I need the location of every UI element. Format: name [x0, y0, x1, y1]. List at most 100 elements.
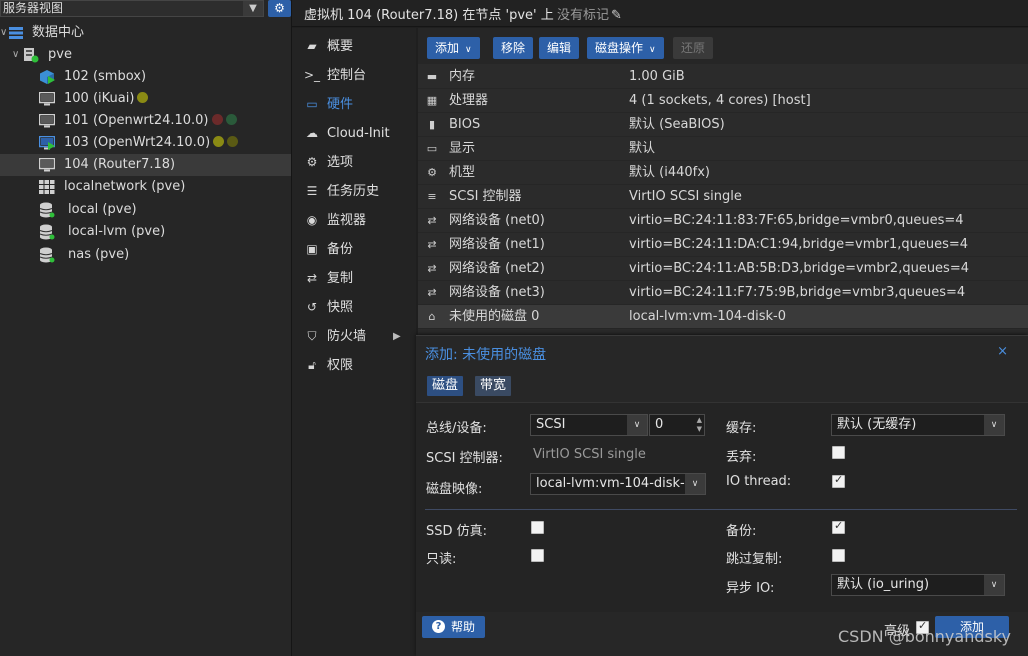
skip-replication-checkbox[interactable]: [832, 549, 845, 562]
dialog-title: 添加: 未使用的磁盘: [425, 347, 547, 363]
tab-disk[interactable]: 磁盘: [427, 376, 464, 396]
cache-select[interactable]: 默认 (无缓存) ∨: [831, 414, 1005, 436]
add-label: 添加: [435, 41, 460, 55]
ssd-emulation-checkbox[interactable]: [531, 521, 544, 534]
hardware-row-memory[interactable]: ▬ 内存 1.00 GiB: [418, 65, 1028, 89]
hardware-row-net2[interactable]: ⇄ 网络设备 (net2) virtio=BC:24:11:AB:5B:D3,bri…: [418, 257, 1028, 281]
disk-action-label: 磁盘操作: [595, 41, 644, 55]
readonly-checkbox[interactable]: [531, 549, 544, 562]
nav-label: 概要: [327, 39, 354, 54]
tree-item-storage-local[interactable]: local (pve): [0, 199, 291, 221]
hardware-value: virtio=BC:24:11:DA:C1:94,bridge=vmbr1,qu…: [629, 237, 969, 252]
nav-options[interactable]: ⚙ 选项: [292, 148, 416, 177]
vm-running-icon: [39, 136, 55, 150]
backup-checkbox[interactable]: [832, 519, 845, 534]
chevron-down-icon: ∨: [627, 415, 647, 435]
hardware-toolbar: 添加 ∨ 移除 编辑 磁盘操作 ∨ 还原: [418, 28, 1028, 64]
chevron-down-icon: ∨: [465, 45, 472, 55]
revert-button[interactable]: 还原: [673, 37, 714, 59]
readonly-label: 只读:: [426, 552, 457, 567]
nav-backup[interactable]: ▣ 备份: [292, 235, 416, 264]
nav-snapshot[interactable]: ↺ 快照: [292, 293, 416, 322]
tree-item-label: 100 (iKuai): [64, 91, 135, 106]
hardware-key: 未使用的磁盘 0: [449, 309, 540, 324]
vm-icon: [39, 114, 55, 128]
nav-cloud-init[interactable]: ☁ Cloud-Init: [292, 119, 416, 148]
hardware-row-scsi-controller[interactable]: ≡ SCSI 控制器 VirtIO SCSI single: [418, 185, 1028, 209]
remove-button[interactable]: 移除: [493, 37, 534, 59]
gear-icon: ⚙: [274, 1, 285, 15]
chevron-down-icon: ∨: [984, 575, 1004, 595]
disk-action-button[interactable]: 磁盘操作 ∨: [587, 37, 664, 59]
gear-button[interactable]: ⚙: [268, 0, 291, 17]
tree-item-storage-local-lvm[interactable]: local-lvm (pve): [0, 221, 291, 243]
status-dot: [211, 114, 223, 125]
device-index-stepper[interactable]: 0 ▲ ▼: [649, 414, 705, 436]
disk-image-value: local-lvm:vm-104-disk-0: [536, 476, 694, 491]
tab-bandwidth[interactable]: 带宽: [475, 376, 512, 396]
hardware-row-net3[interactable]: ⇄ 网络设备 (net3) virtio=BC:24:11:F7:75:9B,bri…: [418, 281, 1028, 305]
tree-item-vm-101[interactable]: 101 (Openwrt24.10.0): [0, 110, 291, 132]
edit-button[interactable]: 编辑: [539, 37, 580, 59]
hardware-row-bios[interactable]: ▮ BIOS 默认 (SeaBIOS): [418, 113, 1028, 137]
chevron-down-icon: ∨: [649, 45, 656, 55]
view-selector[interactable]: 服务器视图 ▼: [0, 0, 264, 17]
io-thread-checkbox[interactable]: [832, 473, 845, 488]
skip-replication-label: 跳过复制:: [726, 552, 783, 567]
monitor-icon: ▭: [426, 142, 438, 155]
tags-edit[interactable]: 没有标记 ✎: [557, 4, 622, 23]
nav-label: 备份: [327, 242, 354, 257]
disk-image-select[interactable]: local-lvm:vm-104-disk-0 ∨: [530, 473, 706, 495]
nav-label: 控制台: [327, 68, 367, 83]
hardware-row-machine[interactable]: ⚙ 机型 默认 (i440fx): [418, 161, 1028, 185]
add-unused-disk-dialog: 添加: 未使用的磁盘 × 磁盘 带宽 总线/设备: SCSI ∨ 0 ▲ ▼ SCSI…: [416, 335, 1028, 656]
nav-replication[interactable]: ⇄ 复制: [292, 264, 416, 293]
bus-select[interactable]: SCSI ∨: [530, 414, 648, 436]
tree-item-vm-104[interactable]: 104 (Router7.18): [0, 154, 291, 176]
tree-item-vm-100[interactable]: 100 (iKuai): [0, 88, 291, 110]
nav-firewall[interactable]: ⛉ 防火墙 ▶: [292, 322, 416, 351]
tree-item-ct-102[interactable]: 102 (smbox): [0, 66, 291, 88]
add-button[interactable]: 添加 ∨: [427, 37, 480, 59]
floppy-icon: ▣: [306, 242, 318, 256]
discard-checkbox[interactable]: [832, 446, 845, 459]
nav-monitor[interactable]: ◉ 监视器: [292, 206, 416, 235]
device-index-value: 0: [655, 417, 664, 432]
hardware-value: virtio=BC:24:11:F7:75:9B,bridge=vmbr3,qu…: [629, 285, 966, 300]
nav-task-history[interactable]: ☰ 任务历史: [292, 177, 416, 206]
hardware-row-net0[interactable]: ⇄ 网络设备 (net0) virtio=BC:24:11:83:7F:65,bri…: [418, 209, 1028, 233]
async-io-label: 异步 IO:: [726, 581, 775, 596]
async-io-select[interactable]: 默认 (io_uring) ∨: [831, 574, 1005, 596]
help-button[interactable]: ? 帮助: [422, 616, 486, 638]
chevron-down-icon: ∨: [984, 415, 1004, 435]
chevron-right-icon: ▶: [393, 331, 401, 342]
tree-item-datacenter[interactable]: ∨ 数据中心: [0, 22, 291, 44]
storage-icon: [39, 247, 55, 263]
hardware-row-unused-disk[interactable]: ⌂ 未使用的磁盘 0 local-lvm:vm-104-disk-0: [418, 305, 1028, 329]
tree-item-localnetwork[interactable]: localnetwork (pve): [0, 176, 291, 198]
hardware-key: 网络设备 (net3): [449, 285, 545, 300]
tree-item-label: 104 (Router7.18): [64, 157, 176, 172]
hardware-row-display[interactable]: ▭ 显示 默认: [418, 137, 1028, 161]
collapse-icon[interactable]: ∨: [0, 22, 7, 44]
nav-summary[interactable]: ▰ 概要: [292, 32, 416, 61]
cache-value: 默认 (无缓存): [837, 417, 917, 432]
help-label: 帮助: [451, 620, 476, 634]
async-io-value: 默认 (io_uring): [837, 577, 930, 592]
nav-label: 任务历史: [327, 184, 380, 199]
collapse-icon[interactable]: ∨: [12, 44, 19, 66]
nav-permissions[interactable]: 🔓︎ 权限: [292, 351, 416, 380]
spinner-arrows-icon[interactable]: ▲ ▼: [697, 416, 702, 434]
hardware-value: 1.00 GiB: [629, 69, 685, 84]
hardware-row-processor[interactable]: ▦ 处理器 4 (1 sockets, 4 cores) [host]: [418, 89, 1028, 113]
close-icon[interactable]: ×: [997, 344, 1008, 359]
bus-device-label: 总线/设备:: [426, 421, 487, 436]
node-icon: [24, 48, 39, 63]
nav-hardware[interactable]: ▭ 硬件: [292, 90, 416, 119]
tags-label: 没有标记: [557, 8, 610, 23]
nav-console[interactable]: >_ 控制台: [292, 61, 416, 90]
hardware-row-net1[interactable]: ⇄ 网络设备 (net1) virtio=BC:24:11:DA:C1:94,bri…: [418, 233, 1028, 257]
tree-item-storage-nas[interactable]: nas (pve): [0, 244, 291, 266]
tree-item-node[interactable]: ∨ pve: [0, 44, 291, 66]
tree-item-vm-103[interactable]: 103 (OpenWrt24.10.0): [0, 132, 291, 154]
